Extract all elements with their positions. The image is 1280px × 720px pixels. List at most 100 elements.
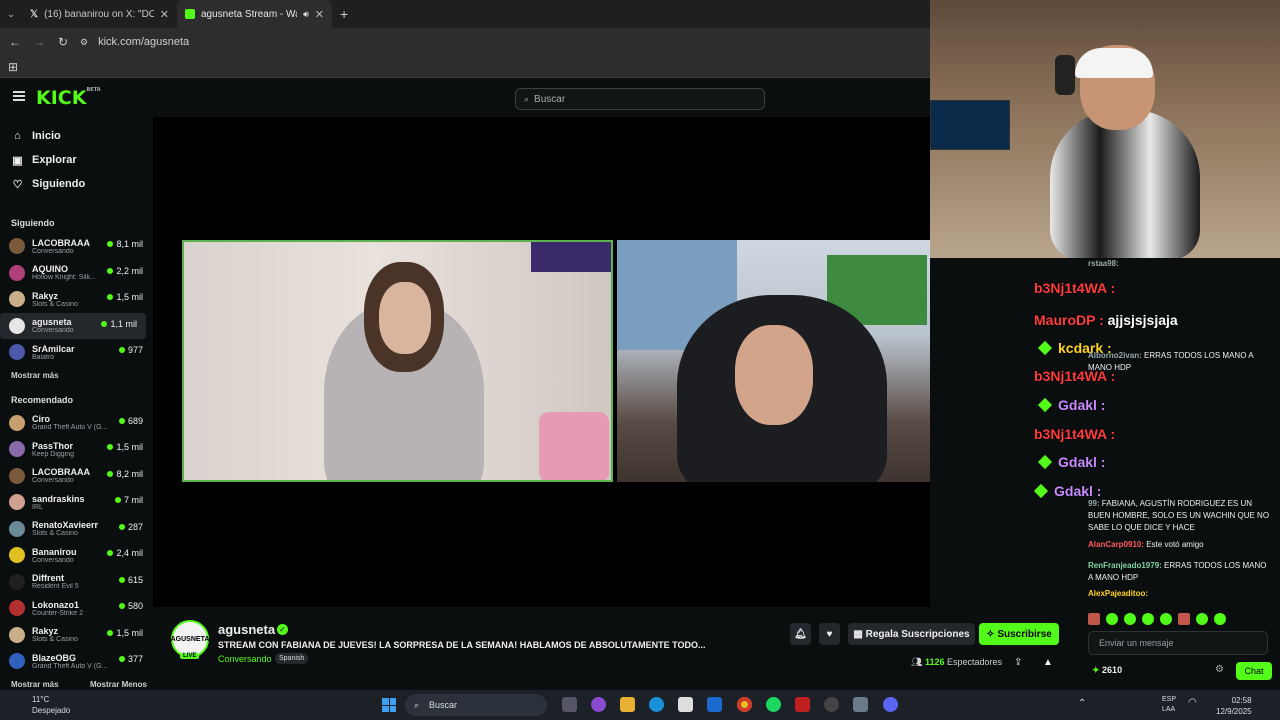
copilot-icon[interactable] — [591, 697, 606, 712]
live-badge: LIVE — [180, 653, 200, 659]
chevron-up-icon[interactable]: ⌃ — [1078, 698, 1086, 709]
search-input[interactable]: ⌕ Buscar — [515, 88, 765, 110]
reload-button[interactable]: ↻ — [56, 35, 70, 49]
language-tag[interactable]: Spanish — [275, 653, 309, 664]
outlook-icon[interactable] — [707, 697, 722, 712]
discord-icon[interactable] — [883, 697, 898, 712]
back-button[interactable]: ← — [8, 35, 22, 49]
heart-icon: ♡ — [12, 178, 23, 191]
speaker-icon[interactable]: 🔊︎ — [303, 9, 309, 20]
nav-siguiendo[interactable]: ♡ Siguiendo — [0, 172, 152, 196]
channel-name[interactable]: agusneta — [218, 622, 275, 637]
forward-button[interactable]: → — [32, 35, 46, 49]
video-player[interactable] — [153, 117, 930, 607]
clock[interactable]: 02:58 12/9/2025 — [1216, 695, 1252, 717]
browser-tab-bar: ⌄ 𝕏 (16) bananirou on X: "DOMINGO ✕ agus… — [0, 0, 930, 28]
app-icon[interactable] — [795, 697, 810, 712]
chat-send-button[interactable]: Chat — [1236, 662, 1272, 680]
badge-icon — [1037, 454, 1053, 470]
kick-logo[interactable]: KICKBETA — [36, 87, 101, 109]
sidebar-channel[interactable]: LACOBRAAA Conversando 8,2 mil — [0, 463, 152, 490]
live-dot-icon — [118, 576, 125, 583]
stream-info-bar: AGUSNETA LIVE agusneta ✓ STREAM CON FABI… — [153, 607, 1060, 690]
sidebar-channel[interactable]: PassThor Keep Digging 1,5 mil — [0, 436, 152, 463]
guest-camera-left — [182, 240, 613, 482]
avatar — [9, 238, 25, 255]
bookmarks-bar: ⊞ — [0, 56, 930, 78]
sidebar: ⌂ Inicio ▣ Explorar ♡ Siguiendo Siguiend… — [0, 117, 152, 690]
share-icon[interactable]: ⇪ — [1014, 657, 1022, 668]
nav-inicio[interactable]: ⌂ Inicio — [0, 124, 152, 148]
sidebar-channel[interactable]: Lokonazo1 Counter-Strike 2 580 — [0, 595, 152, 622]
sidebar-channel[interactable]: Rakyz Slots & Casino 1,5 mil — [0, 622, 152, 649]
sidebar-channel[interactable]: AQUINO Hollow Knight: Silk... 2,2 mil — [0, 260, 152, 287]
sidebar-channel[interactable]: RenatoXavieerr Slots & Casino 287 — [0, 516, 152, 543]
sidebar-channel[interactable]: SrAmilcar Balatro 977 — [0, 339, 152, 366]
sidebar-channel[interactable]: Ciro Grand Theft Auto V (G... 689 — [0, 410, 152, 437]
obs-icon[interactable] — [824, 697, 839, 712]
live-dot-icon — [107, 470, 114, 477]
live-dot-icon — [107, 267, 114, 274]
chrome-icon[interactable] — [737, 697, 752, 712]
app-icon-2[interactable] — [853, 697, 868, 712]
avatar — [9, 494, 25, 511]
notifications-button[interactable]: 🔔︎ — [790, 623, 811, 645]
nav-explorar[interactable]: ▣ Explorar — [0, 148, 152, 172]
apps-grid-icon[interactable]: ⊞ — [8, 60, 18, 74]
avatar — [9, 600, 25, 617]
tab-kick[interactable]: agusneta Stream - Watch Live 🔊︎ ✕ — [177, 0, 332, 28]
viewer-count: 2,2 mil — [107, 266, 143, 276]
taskbar-search[interactable]: ⌕ Buscar — [405, 694, 547, 716]
tab-x[interactable]: 𝕏 (16) bananirou on X: "DOMINGO ✕ — [22, 0, 177, 28]
viewer-count: 580 — [118, 601, 143, 611]
sidebar-channel[interactable]: sandraskins IRL 7 mil — [0, 489, 152, 516]
url-field[interactable]: kick.com/agusneta — [98, 36, 189, 48]
sidebar-channel[interactable]: LACOBRAAA Conversando 8,1 mil — [0, 233, 152, 260]
sidebar-channel[interactable]: agusneta Conversando 1,1 mil — [0, 312, 146, 339]
stream-category[interactable]: Conversando — [218, 654, 272, 664]
avatar — [9, 626, 25, 643]
sidebar-channel[interactable]: Diffrent Resident Evil 5 615 — [0, 569, 152, 596]
show-more-button[interactable]: Mostrar más — [0, 371, 152, 380]
edge-icon[interactable] — [649, 697, 664, 712]
tab-menu-button[interactable]: ⌄ — [0, 9, 22, 20]
kick-logo-icon — [185, 9, 195, 19]
new-tab-button[interactable]: + — [340, 6, 348, 22]
avatar — [9, 441, 25, 458]
live-dot-icon — [107, 629, 114, 636]
report-icon[interactable]: ▲ — [1043, 657, 1053, 668]
follow-button[interactable]: ♥ — [819, 623, 840, 645]
overlay-chat-message: MauroDP : ajjsjsjsjaja — [1034, 312, 1178, 328]
store-icon[interactable] — [678, 697, 693, 712]
close-icon[interactable]: ✕ — [160, 8, 169, 21]
sidebar-channel[interactable]: Rakyz Slots & Casino 1,5 mil — [0, 286, 152, 313]
windows-start-icon[interactable] — [382, 698, 396, 712]
folder-icon[interactable] — [620, 697, 635, 712]
channel-points[interactable]: ✦ 2610 — [1092, 665, 1122, 676]
menu-icon[interactable] — [13, 91, 25, 101]
weather-widget[interactable]: 11°C Despejado — [16, 694, 70, 716]
sidebar-channel[interactable]: Bananirou Conversando 2,4 mil — [0, 542, 152, 569]
show-less-button[interactable]: Mostrar Menos — [90, 680, 147, 689]
channel-category: IRL — [32, 503, 43, 511]
keyboard-language[interactable]: ESP LAA — [1162, 695, 1176, 715]
site-info-icon[interactable]: ⚙ — [80, 37, 88, 48]
gear-icon[interactable]: ⚙ — [1215, 664, 1224, 675]
wifi-icon[interactable]: ◠ — [1188, 697, 1197, 708]
show-more-button-2[interactable]: Mostrar más — [11, 680, 59, 689]
chat-input[interactable]: Enviar un mensaje — [1088, 631, 1268, 655]
subscribe-button[interactable]: ✧ Suscribirse — [979, 623, 1059, 645]
spotify-icon[interactable] — [766, 697, 781, 712]
sidebar-channel[interactable]: BlazeOBG Grand Theft Auto V (G... 377 — [0, 648, 152, 675]
channel-category: Grand Theft Auto V (G... — [32, 424, 108, 432]
channel-category: Conversando — [32, 556, 74, 564]
close-icon[interactable]: ✕ — [315, 8, 324, 21]
chat-panel: b3Nj1t4WA : MauroDP : ajjsjsjsjaja kcdark… — [1030, 258, 1280, 690]
windows-taskbar: 11°C Despejado ⌕ Buscar ⌃ ◠ ESP LAA 02:5… — [0, 690, 1280, 720]
chat-message: AlexPajeaditoo: — [1088, 589, 1149, 598]
heart-icon: ♥ — [826, 628, 833, 640]
task-view-icon[interactable] — [562, 697, 577, 712]
channel-category: Slots & Casino — [32, 530, 78, 538]
chat-message: AlanCarp0910: Este votó amigo — [1088, 540, 1204, 549]
gift-subs-button[interactable]: ▦ Regala Suscripciones — [848, 623, 975, 645]
